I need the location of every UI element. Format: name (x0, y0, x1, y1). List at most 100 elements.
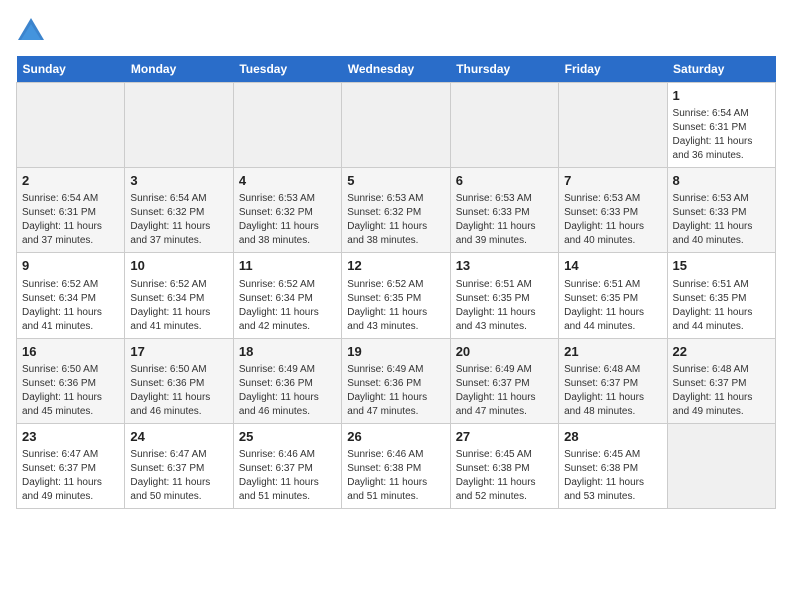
week-row-4: 16 Sunrise: 6:50 AM Sunset: 6:36 PM Dayli… (17, 338, 776, 423)
day-header-friday: Friday (559, 56, 667, 83)
day-info: Sunrise: 6:52 AM Sunset: 6:34 PM Dayligh… (22, 278, 119, 334)
day-number: 27 (456, 428, 553, 446)
day-number: 21 (564, 343, 661, 361)
day-info: Sunrise: 6:53 AM Sunset: 6:33 PM Dayligh… (564, 192, 661, 248)
calendar-cell: 26 Sunrise: 6:46 AM Sunset: 6:38 PM Dayli… (342, 423, 450, 508)
calendar-cell: 5 Sunrise: 6:53 AM Sunset: 6:32 PM Daylig… (342, 168, 450, 253)
day-number: 12 (347, 257, 444, 275)
week-row-3: 9 Sunrise: 6:52 AM Sunset: 6:34 PM Daylig… (17, 253, 776, 338)
calendar-cell: 22 Sunrise: 6:48 AM Sunset: 6:37 PM Dayli… (667, 338, 775, 423)
calendar-table: SundayMondayTuesdayWednesdayThursdayFrid… (16, 56, 776, 509)
calendar-cell: 11 Sunrise: 6:52 AM Sunset: 6:34 PM Dayli… (233, 253, 341, 338)
day-number: 19 (347, 343, 444, 361)
day-number: 3 (130, 172, 227, 190)
calendar-cell: 9 Sunrise: 6:52 AM Sunset: 6:34 PM Daylig… (17, 253, 125, 338)
day-number: 18 (239, 343, 336, 361)
calendar-cell: 20 Sunrise: 6:49 AM Sunset: 6:37 PM Dayli… (450, 338, 558, 423)
day-number: 6 (456, 172, 553, 190)
calendar-cell (342, 83, 450, 168)
day-header-sunday: Sunday (17, 56, 125, 83)
day-info: Sunrise: 6:46 AM Sunset: 6:37 PM Dayligh… (239, 448, 336, 504)
day-header-monday: Monday (125, 56, 233, 83)
day-number: 24 (130, 428, 227, 446)
day-number: 13 (456, 257, 553, 275)
calendar-cell: 3 Sunrise: 6:54 AM Sunset: 6:32 PM Daylig… (125, 168, 233, 253)
day-number: 15 (673, 257, 770, 275)
day-info: Sunrise: 6:54 AM Sunset: 6:31 PM Dayligh… (22, 192, 119, 248)
day-info: Sunrise: 6:52 AM Sunset: 6:35 PM Dayligh… (347, 278, 444, 334)
calendar-cell: 14 Sunrise: 6:51 AM Sunset: 6:35 PM Dayli… (559, 253, 667, 338)
day-number: 14 (564, 257, 661, 275)
calendar-cell (450, 83, 558, 168)
day-info: Sunrise: 6:51 AM Sunset: 6:35 PM Dayligh… (456, 278, 553, 334)
day-info: Sunrise: 6:54 AM Sunset: 6:31 PM Dayligh… (673, 107, 770, 163)
day-info: Sunrise: 6:53 AM Sunset: 6:32 PM Dayligh… (239, 192, 336, 248)
calendar-cell: 13 Sunrise: 6:51 AM Sunset: 6:35 PM Dayli… (450, 253, 558, 338)
calendar-cell: 12 Sunrise: 6:52 AM Sunset: 6:35 PM Dayli… (342, 253, 450, 338)
day-number: 26 (347, 428, 444, 446)
calendar-cell: 8 Sunrise: 6:53 AM Sunset: 6:33 PM Daylig… (667, 168, 775, 253)
day-info: Sunrise: 6:51 AM Sunset: 6:35 PM Dayligh… (673, 278, 770, 334)
calendar-cell: 25 Sunrise: 6:46 AM Sunset: 6:37 PM Dayli… (233, 423, 341, 508)
week-row-5: 23 Sunrise: 6:47 AM Sunset: 6:37 PM Dayli… (17, 423, 776, 508)
page-header (16, 16, 776, 44)
day-info: Sunrise: 6:53 AM Sunset: 6:32 PM Dayligh… (347, 192, 444, 248)
day-number: 11 (239, 257, 336, 275)
day-info: Sunrise: 6:45 AM Sunset: 6:38 PM Dayligh… (456, 448, 553, 504)
day-info: Sunrise: 6:51 AM Sunset: 6:35 PM Dayligh… (564, 278, 661, 334)
calendar-cell: 15 Sunrise: 6:51 AM Sunset: 6:35 PM Dayli… (667, 253, 775, 338)
day-info: Sunrise: 6:53 AM Sunset: 6:33 PM Dayligh… (673, 192, 770, 248)
calendar-cell: 28 Sunrise: 6:45 AM Sunset: 6:38 PM Dayli… (559, 423, 667, 508)
day-number: 22 (673, 343, 770, 361)
week-row-1: 1 Sunrise: 6:54 AM Sunset: 6:31 PM Daylig… (17, 83, 776, 168)
day-info: Sunrise: 6:47 AM Sunset: 6:37 PM Dayligh… (22, 448, 119, 504)
calendar-cell: 1 Sunrise: 6:54 AM Sunset: 6:31 PM Daylig… (667, 83, 775, 168)
calendar-cell: 4 Sunrise: 6:53 AM Sunset: 6:32 PM Daylig… (233, 168, 341, 253)
day-header-wednesday: Wednesday (342, 56, 450, 83)
calendar-cell (233, 83, 341, 168)
day-number: 16 (22, 343, 119, 361)
calendar-cell: 19 Sunrise: 6:49 AM Sunset: 6:36 PM Dayli… (342, 338, 450, 423)
day-header-saturday: Saturday (667, 56, 775, 83)
day-number: 4 (239, 172, 336, 190)
day-info: Sunrise: 6:50 AM Sunset: 6:36 PM Dayligh… (130, 363, 227, 419)
day-number: 9 (22, 257, 119, 275)
day-number: 10 (130, 257, 227, 275)
days-header-row: SundayMondayTuesdayWednesdayThursdayFrid… (17, 56, 776, 83)
calendar-cell: 23 Sunrise: 6:47 AM Sunset: 6:37 PM Dayli… (17, 423, 125, 508)
day-info: Sunrise: 6:49 AM Sunset: 6:37 PM Dayligh… (456, 363, 553, 419)
calendar-cell: 27 Sunrise: 6:45 AM Sunset: 6:38 PM Dayli… (450, 423, 558, 508)
day-info: Sunrise: 6:53 AM Sunset: 6:33 PM Dayligh… (456, 192, 553, 248)
calendar-cell: 18Sunrise: 6:49 AM Sunset: 6:36 PM Dayli… (233, 338, 341, 423)
day-info: Sunrise: 6:52 AM Sunset: 6:34 PM Dayligh… (239, 278, 336, 334)
calendar-cell (17, 83, 125, 168)
day-info: Sunrise: 6:49 AM Sunset: 6:36 PM Dayligh… (347, 363, 444, 419)
calendar-cell (667, 423, 775, 508)
day-number: 5 (347, 172, 444, 190)
calendar-cell: 17 Sunrise: 6:50 AM Sunset: 6:36 PM Dayli… (125, 338, 233, 423)
day-info: Sunrise: 6:46 AM Sunset: 6:38 PM Dayligh… (347, 448, 444, 504)
day-number: 2 (22, 172, 119, 190)
day-info: Sunrise: 6:48 AM Sunset: 6:37 PM Dayligh… (564, 363, 661, 419)
calendar-cell: 24 Sunrise: 6:47 AM Sunset: 6:37 PM Dayli… (125, 423, 233, 508)
day-info: Sunrise: 6:48 AM Sunset: 6:37 PM Dayligh… (673, 363, 770, 419)
day-number: 1 (673, 87, 770, 105)
logo-icon (16, 16, 46, 44)
calendar-cell (125, 83, 233, 168)
day-number: 7 (564, 172, 661, 190)
day-number: 20 (456, 343, 553, 361)
day-number: 17 (130, 343, 227, 361)
day-info: Sunrise: 6:50 AM Sunset: 6:36 PM Dayligh… (22, 363, 119, 419)
day-number: 28 (564, 428, 661, 446)
week-row-2: 2 Sunrise: 6:54 AM Sunset: 6:31 PM Daylig… (17, 168, 776, 253)
day-info: Sunrise: 6:45 AM Sunset: 6:38 PM Dayligh… (564, 448, 661, 504)
calendar-cell: 10 Sunrise: 6:52 AM Sunset: 6:34 PM Dayli… (125, 253, 233, 338)
day-number: 25 (239, 428, 336, 446)
calendar-cell: 21 Sunrise: 6:48 AM Sunset: 6:37 PM Dayli… (559, 338, 667, 423)
day-header-thursday: Thursday (450, 56, 558, 83)
day-info: Sunrise: 6:52 AM Sunset: 6:34 PM Dayligh… (130, 278, 227, 334)
day-number: 8 (673, 172, 770, 190)
day-info: Sunrise: 6:54 AM Sunset: 6:32 PM Dayligh… (130, 192, 227, 248)
day-info: Sunrise: 6:47 AM Sunset: 6:37 PM Dayligh… (130, 448, 227, 504)
day-number: 23 (22, 428, 119, 446)
